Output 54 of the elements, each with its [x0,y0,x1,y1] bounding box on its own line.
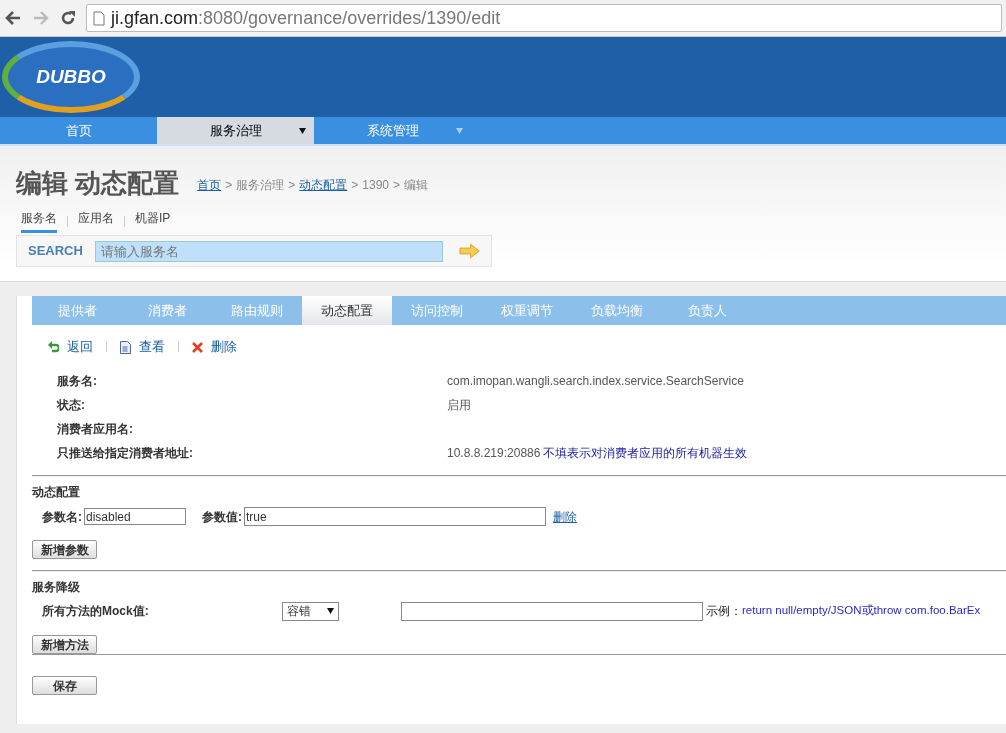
action-link[interactable]: 返回 [48,337,93,357]
breadcrumb-text: 编辑 [404,177,428,194]
field-label: 参数名: [42,508,82,526]
hint-text: 不填表示对消费者应用的所有机器生效 [543,445,748,462]
field-value: com.imopan.wangli.search.index.service.SearchService [447,373,744,390]
add-method-button[interactable]: 新增方法 [32,634,97,654]
field-value: 启用 [447,397,471,414]
field-label: 状态: [57,397,86,414]
field-label: 消费者应用名: [57,421,134,438]
search-label: SEARCH [28,242,83,261]
search-tab[interactable]: 机器IP [135,209,171,233]
breadcrumb-text: 服务治理 [236,177,285,194]
dropdown-caret-icon [327,608,334,614]
page-icon [93,10,105,26]
close-icon [192,341,203,353]
breadcrumb-link[interactable]: 首页 [197,176,222,194]
breadcrumb-text: 1390 [362,177,389,194]
dropdown-caret-icon [456,128,463,134]
forward-icon [32,10,50,26]
field-label: 只推送给指定消费者地址: [57,445,194,462]
section-title: 动态配置 [32,484,81,501]
breadcrumb-link[interactable]: 动态配置 [299,176,348,194]
dubbo-logo: DUBBO [2,41,140,113]
tab[interactable]: 动态配置 [302,296,392,325]
save-button[interactable]: 保存 [32,676,97,695]
search-tab[interactable]: 应用名 [78,209,114,233]
breadcrumb-separator: > [393,177,400,194]
page-title: 编辑 动态配置 [16,170,180,196]
mock-select[interactable]: 容错 [282,601,339,621]
field-value: 10.8.8.219:20886 [447,445,541,462]
document-icon [120,340,131,354]
back-icon[interactable] [4,10,22,26]
nav-item[interactable]: 服务治理 [157,117,314,144]
field-label: 参数值: [202,508,242,526]
delete-link[interactable]: 删除 [553,507,577,526]
return-arrow-icon [48,341,59,353]
section-title: 服务降级 [32,578,81,596]
add-parameter-button[interactable]: 新增参数 [32,540,97,559]
example-label: 示例： [706,603,742,620]
field-label: 服务名: [57,373,98,390]
search-field[interactable]: 请输入服务名 [94,240,443,262]
breadcrumb-separator: > [351,177,359,194]
parameter-name-field[interactable]: disabled [84,508,186,525]
breadcrumb-separator: > [225,177,233,194]
reload-icon[interactable] [60,10,76,26]
address-bar[interactable]: ji.gfan.com:8080/governance/overrides/1390/edit [86,4,1002,32]
example-text: return null/empty/JSON或throw com.foo.BarEx [742,603,981,619]
breadcrumb-separator: > [288,177,296,194]
action-link[interactable]: 查看 [120,337,165,357]
parameter-value-field[interactable]: true [244,507,546,526]
action-link[interactable]: 删除 [192,337,237,357]
field-label: 所有方法的Mock值: [42,603,150,620]
mock-value-field[interactable] [401,601,703,621]
dropdown-caret-icon [299,128,306,134]
